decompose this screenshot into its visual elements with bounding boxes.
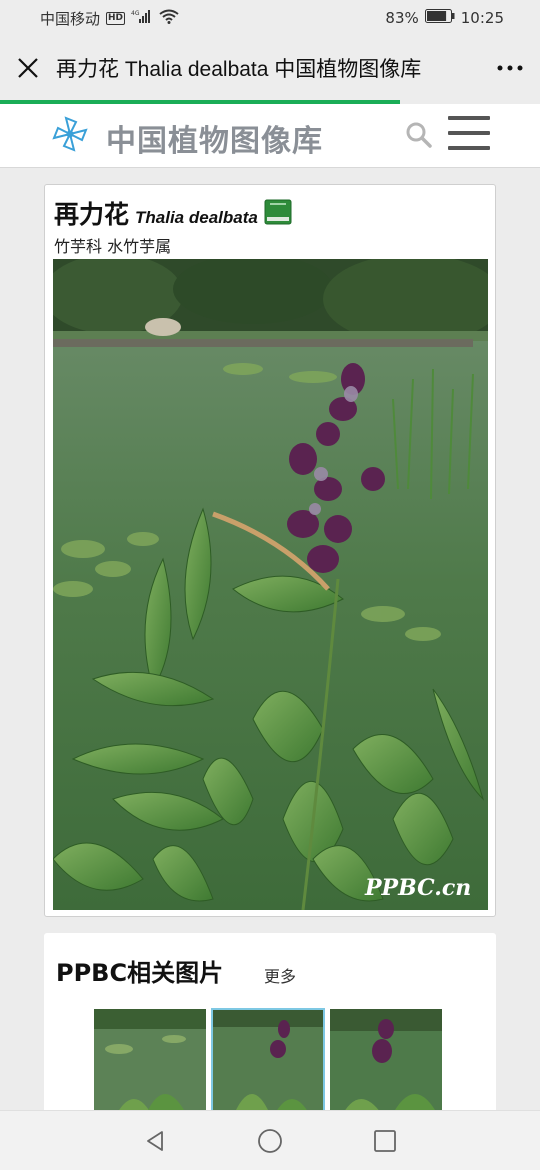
search-button[interactable] (404, 120, 434, 150)
carrier-label: 中国移动 (40, 9, 101, 28)
page-title: 再力花 Thalia dealbata 中国植物图像库 (56, 58, 422, 81)
hamburger-menu-icon-line (448, 146, 490, 150)
hd-badge: HD (106, 11, 126, 25)
species-title: 再力花 Thalia dealbata (54, 195, 292, 231)
hamburger-menu-icon-line (448, 131, 490, 135)
related-thumbnail[interactable] (94, 1009, 206, 1119)
clock: 10:25 (460, 9, 504, 27)
close-button[interactable] (0, 36, 56, 100)
site-logo-text[interactable]: 中国植物图像库 (106, 116, 323, 160)
home-circle-icon (258, 1128, 282, 1153)
battery-icon (424, 9, 455, 27)
recents-square-icon (374, 1129, 396, 1152)
hamburger-menu-icon-line (448, 116, 490, 120)
page: 中国移动 HD 4G 83% 10:25 再力花 Thalia dealbata… (0, 0, 540, 1170)
related-thumbnail[interactable] (211, 1008, 325, 1120)
back-button[interactable] (98, 1111, 213, 1170)
battery-percent: 83% (385, 9, 419, 27)
back-triangle-icon (147, 1130, 163, 1151)
signal-icon: 4G (131, 9, 153, 27)
more-link[interactable]: 更多 (264, 963, 296, 987)
system-nav-bar (0, 1110, 540, 1170)
species-latin-name: Thalia dealbata (135, 208, 258, 227)
network-label: 4G (131, 10, 140, 17)
family-genus: 竹芋科 水竹芋属 (54, 237, 172, 256)
related-images-card: PPBC相关图片 更多 (44, 933, 496, 1133)
home-button[interactable] (213, 1111, 328, 1170)
species-card: 再力花 Thalia dealbata 竹芋科 水竹芋属 PPBC.cn (44, 184, 496, 917)
ppbc-watermark: PPBC.cn (364, 875, 471, 901)
status-bar: 中国移动 HD 4G 83% 10:25 (0, 0, 540, 36)
close-icon (18, 58, 38, 78)
more-dots-icon (497, 65, 523, 71)
hamburger-menu-button[interactable] (448, 112, 490, 154)
search-icon (406, 122, 432, 148)
related-title: PPBC相关图片 (56, 959, 224, 987)
book-icon[interactable] (264, 199, 292, 225)
thumbnail-strip (94, 1008, 442, 1120)
species-chinese-name: 再力花 (54, 200, 130, 229)
title-bar: 再力花 Thalia dealbata 中国植物图像库 (0, 36, 540, 100)
more-button[interactable] (480, 36, 540, 100)
species-photo[interactable]: PPBC.cn (53, 259, 488, 910)
site-header: 中国植物图像库 (0, 104, 540, 168)
status-right: 83% 10:25 (385, 9, 504, 27)
status-left: 中国移动 HD 4G (40, 8, 179, 29)
recents-button[interactable] (328, 1111, 443, 1170)
related-thumbnail[interactable] (330, 1009, 442, 1119)
wifi-icon (159, 9, 179, 28)
logo-pinwheel-icon[interactable] (50, 114, 90, 154)
